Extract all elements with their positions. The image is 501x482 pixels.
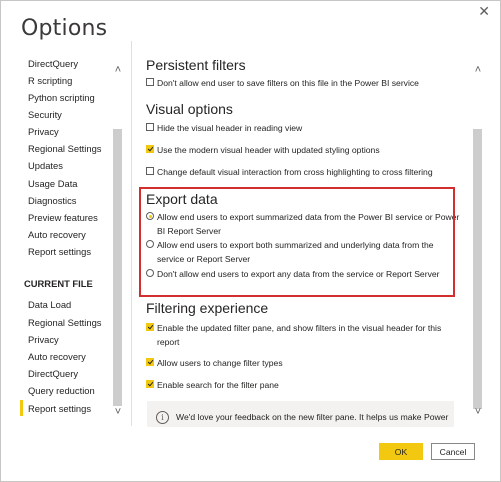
option-label: Allow end users to export both summarize… (157, 240, 434, 264)
info-icon: i (156, 411, 169, 424)
checkbox[interactable] (146, 167, 154, 175)
nav-item-directquery[interactable]: DirectQuery (28, 58, 78, 69)
nav-divider (131, 41, 132, 426)
content-scroll-thumb[interactable] (473, 129, 482, 409)
option-label: Use the modern visual header with update… (157, 145, 380, 155)
option-label: Change default visual interaction from c… (157, 167, 433, 177)
checkbox-checked[interactable] (146, 358, 154, 366)
option-label: Enable the updated filter pane, and show… (157, 323, 442, 347)
chevron-up-icon[interactable]: ˄ (471, 63, 485, 77)
options-dialog: Options ✕ DirectQuery R scripting Python… (0, 0, 501, 482)
nav-scroll-thumb[interactable] (113, 129, 122, 406)
chevron-down-icon[interactable]: ˅ (471, 405, 485, 419)
chevron-up-icon[interactable]: ˄ (111, 63, 125, 77)
section-title-filtering-experience: Filtering experience (146, 300, 269, 316)
nav-item-report-settings[interactable]: Report settings (28, 246, 91, 257)
nav-item-updates[interactable]: Updates (28, 160, 63, 171)
section-title-export-data: Export data (146, 191, 218, 207)
nav-item-file-privacy[interactable]: Privacy (28, 334, 59, 345)
option-label: Don't allow end users to export any data… (157, 269, 440, 279)
nav-scrollbar[interactable]: ˄ ˅ (111, 53, 125, 421)
checkbox-checked[interactable] (146, 380, 154, 388)
nav-item-file-regional-settings[interactable]: Regional Settings (28, 317, 102, 328)
close-icon[interactable]: ✕ (478, 3, 490, 20)
nav-item-file-report-settings[interactable]: Report settings (20, 400, 91, 416)
options-nav: DirectQuery R scripting Python scripting… (20, 53, 124, 427)
nav-item-security[interactable]: Security (28, 109, 62, 120)
option-label: Enable search for the filter pane (157, 380, 279, 390)
section-title-visual-options: Visual options (146, 101, 233, 117)
radio-selected[interactable] (146, 212, 154, 220)
nav-item-python-scripting[interactable]: Python scripting (28, 92, 95, 103)
feedback-info-box: i We'd love your feedback on the new fil… (147, 401, 454, 427)
report-settings-panel: Persistent filters Don't allow end user … (146, 53, 466, 427)
nav-item-diagnostics[interactable]: Diagnostics (28, 195, 76, 206)
feedback-text: We'd love your feedback on the new filte… (176, 412, 449, 427)
ok-button[interactable]: OK (379, 443, 423, 460)
nav-item-file-auto-recovery[interactable]: Auto recovery (28, 351, 86, 362)
option-label: Allow end users to export summarized dat… (157, 212, 460, 236)
nav-item-data-load[interactable]: Data Load (28, 299, 71, 310)
nav-item-query-reduction[interactable]: Query reduction (28, 385, 95, 396)
nav-item-auto-recovery[interactable]: Auto recovery (28, 229, 86, 240)
nav-item-preview-features[interactable]: Preview features (28, 212, 98, 223)
nav-item-regional-settings[interactable]: Regional Settings (28, 143, 102, 154)
checkbox[interactable] (146, 123, 154, 131)
checkbox[interactable] (146, 78, 154, 86)
checkbox-checked[interactable] (146, 323, 154, 331)
radio[interactable] (146, 240, 154, 248)
nav-item-file-directquery[interactable]: DirectQuery (28, 368, 78, 379)
radio[interactable] (146, 269, 154, 277)
cancel-button[interactable]: Cancel (431, 443, 475, 460)
option-label: Allow users to change filter types (157, 358, 283, 368)
option-label: Don't allow end user to save filters on … (157, 78, 419, 88)
nav-item-r-scripting[interactable]: R scripting (28, 75, 72, 86)
section-title-persistent-filters: Persistent filters (146, 57, 246, 73)
nav-item-privacy[interactable]: Privacy (28, 126, 59, 137)
nav-item-usage-data[interactable]: Usage Data (28, 178, 78, 189)
checkbox-checked[interactable] (146, 145, 154, 153)
chevron-down-icon[interactable]: ˅ (111, 405, 125, 419)
option-label: Hide the visual header in reading view (157, 123, 303, 133)
content-scrollbar[interactable]: ˄ ˅ (471, 53, 485, 421)
dialog-title: Options (21, 16, 108, 41)
nav-header-current-file: CURRENT FILE (24, 278, 93, 289)
